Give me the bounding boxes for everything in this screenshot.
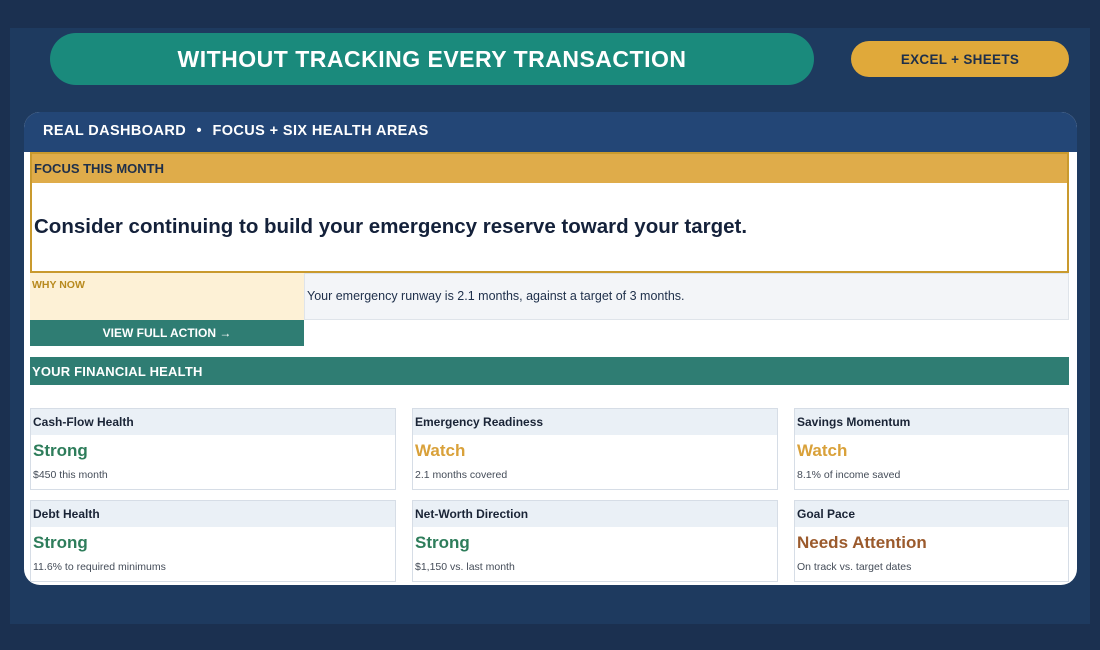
health-tile-cash-flow[interactable]: Cash-Flow Health Strong $450 this month xyxy=(30,408,396,490)
tile-detail: 8.1% of income saved xyxy=(797,469,901,481)
dashboard-header-subtitle: FOCUS + SIX HEALTH AREAS xyxy=(212,123,429,139)
tile-title: Debt Health xyxy=(31,501,395,527)
why-now-label: WHY NOW xyxy=(30,273,304,320)
tile-detail: 2.1 months covered xyxy=(415,469,508,481)
tile-status: Strong xyxy=(33,441,88,460)
tile-title: Net-Worth Direction xyxy=(413,501,777,527)
tile-title: Savings Momentum xyxy=(795,409,1068,435)
financial-health-heading: YOUR FINANCIAL HEALTH xyxy=(30,357,1069,385)
dashboard-header-title: REAL DASHBOARD xyxy=(43,123,187,139)
tile-title: Goal Pace xyxy=(795,501,1068,527)
health-tile-net-worth[interactable]: Net-Worth Direction Strong $1,150 vs. la… xyxy=(412,500,778,582)
platform-badge: EXCEL + SHEETS xyxy=(851,41,1069,77)
dashboard-card: REAL DASHBOARD • FOCUS + SIX HEALTH AREA… xyxy=(24,112,1077,585)
tile-title: Emergency Readiness xyxy=(413,409,777,435)
tile-status: Needs Attention xyxy=(797,533,927,552)
focus-panel: FOCUS THIS MONTH Consider continuing to … xyxy=(30,152,1069,273)
health-tile-emergency[interactable]: Emergency Readiness Watch 2.1 months cov… xyxy=(412,408,778,490)
focus-message: Consider continuing to build your emerge… xyxy=(34,215,748,238)
health-tile-goal-pace[interactable]: Goal Pace Needs Attention On track vs. t… xyxy=(794,500,1069,582)
headline-banner: WITHOUT TRACKING EVERY TRANSACTION xyxy=(50,33,814,85)
header-separator: • xyxy=(196,123,203,139)
focus-heading: FOCUS THIS MONTH xyxy=(32,154,1067,183)
view-full-action-button[interactable]: VIEW FULL ACTION → xyxy=(30,320,304,346)
dashboard-header: REAL DASHBOARD • FOCUS + SIX HEALTH AREA… xyxy=(24,112,1077,152)
tile-detail: $450 this month xyxy=(33,469,108,481)
tile-status: Strong xyxy=(415,533,470,552)
tile-detail: $1,150 vs. last month xyxy=(415,561,515,573)
why-now-text: Your emergency runway is 2.1 months, aga… xyxy=(304,273,1069,320)
tile-status: Strong xyxy=(33,533,88,552)
tile-detail: 11.6% to required minimums xyxy=(33,561,166,573)
tile-status: Watch xyxy=(415,441,466,460)
health-tile-savings[interactable]: Savings Momentum Watch 8.1% of income sa… xyxy=(794,408,1069,490)
tile-status: Watch xyxy=(797,441,848,460)
tile-title: Cash-Flow Health xyxy=(31,409,395,435)
tile-detail: On track vs. target dates xyxy=(797,561,912,573)
health-tile-debt[interactable]: Debt Health Strong 11.6% to required min… xyxy=(30,500,396,582)
